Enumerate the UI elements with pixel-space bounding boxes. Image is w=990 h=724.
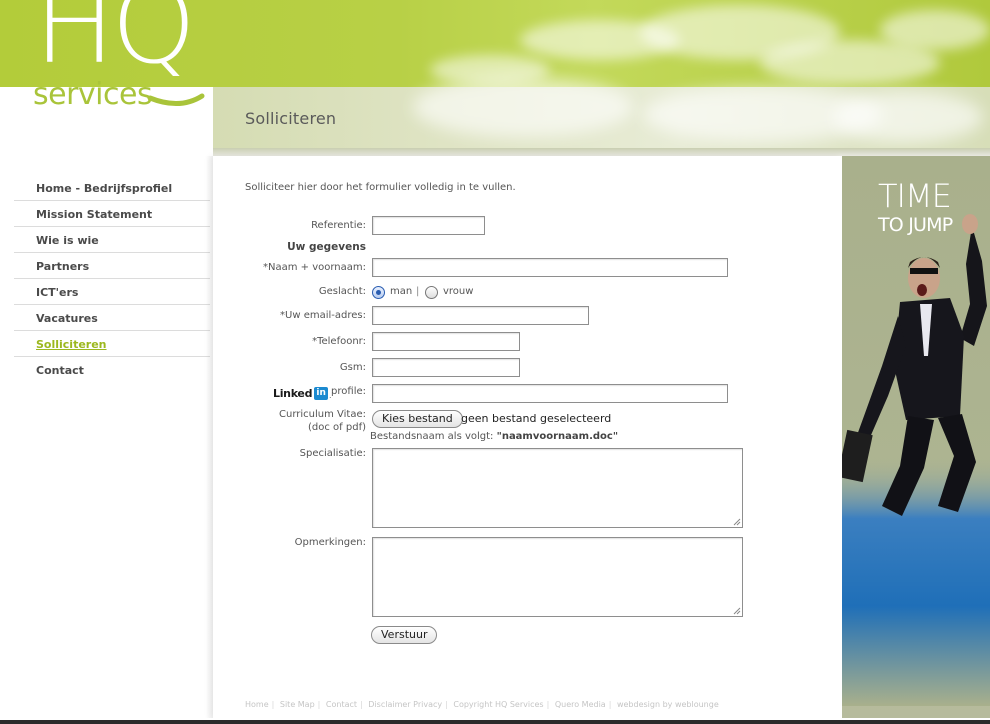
cv-file-button[interactable]: Kies bestand (372, 410, 463, 428)
nav-item-mission-statement[interactable]: Mission Statement (14, 201, 210, 227)
cv-label-sub: (doc of pdf) (308, 422, 366, 433)
content-shadow (206, 156, 213, 718)
page-bottom-border (0, 720, 990, 724)
footer-sep: | (608, 700, 612, 709)
opmerkingen-label: Opmerkingen: (294, 537, 366, 548)
intro-text: Solliciteer hier door het formulier voll… (245, 182, 516, 193)
linkedin-input[interactable] (372, 384, 728, 403)
sidebar-nav: Home - Bedrijfsprofiel Mission Statement… (14, 175, 210, 383)
footer-sep: | (445, 700, 448, 709)
submit-button[interactable]: Verstuur (371, 626, 438, 644)
page-title: Solliciteren (245, 109, 337, 128)
cv-hint-example: "naamvoornaam.doc" (496, 431, 619, 442)
linkedin-wordmark: Linked (273, 386, 313, 400)
cv-hint-prefix: Bestandsnaam als volgt: (370, 431, 497, 442)
cv-file-status: geen bestand geselecteerd (461, 412, 612, 425)
footer-sep: | (317, 700, 321, 709)
geslacht-man-radio[interactable] (372, 286, 385, 299)
referentie-input[interactable] (372, 216, 485, 235)
nav-item-solliciteren[interactable]: Solliciteren (14, 331, 210, 357)
footer-link-copyright[interactable]: Copyright HQ Services (453, 700, 543, 709)
footer-link-webdesign[interactable]: webdesign by weblounge (617, 700, 719, 709)
geslacht-label: Geslacht: (318, 286, 366, 297)
jumping-man-illustration (842, 214, 987, 516)
footer-link-disclaimer[interactable]: Disclaimer Privacy (368, 700, 442, 709)
linkedin-logo: Linked in . (273, 386, 331, 400)
specialisatie-textarea[interactable] (372, 448, 743, 528)
footer-sep: | (360, 700, 363, 709)
linkedin-in-icon: in (314, 386, 329, 400)
footer-link-quero-media[interactable]: Quero Media (555, 700, 606, 709)
gsm-label: Gsm: (339, 362, 366, 373)
naam-input[interactable] (372, 258, 728, 277)
nav-item-partners[interactable]: Partners (14, 253, 210, 279)
specialisatie-label: Specialisatie: (299, 448, 366, 459)
naam-label: *Naam + voornaam: (262, 262, 366, 273)
section-title-uw-gegevens: Uw gegevens (287, 241, 366, 253)
cv-filename-hint: Bestandsnaam als volgt: "naamvoornaam.do… (370, 431, 618, 442)
nav-item-home[interactable]: Home - Bedrijfsprofiel (14, 175, 210, 201)
geslacht-man-label: man (390, 286, 413, 297)
opmerkingen-textarea[interactable] (372, 537, 743, 617)
time-to-jump-banner: TIME TO JUMP (842, 156, 990, 720)
referentie-label: Referentie: (311, 220, 366, 231)
nav-item-vacatures[interactable]: Vacatures (14, 305, 210, 331)
geslacht-vrouw-label: vrouw (443, 286, 474, 297)
logo-services[interactable]: services (33, 80, 153, 110)
linkedin-profile-label: profile: (331, 386, 366, 397)
resize-grip-icon[interactable] (732, 517, 741, 526)
footer-sep: | (271, 700, 275, 709)
gsm-input[interactable] (372, 358, 520, 377)
telefoon-label: *Telefoonr: (312, 336, 366, 347)
nav-item-contact[interactable]: Contact (14, 357, 210, 383)
header-divider-left (0, 148, 213, 156)
geslacht-separator: | (416, 286, 420, 297)
email-input[interactable] (372, 306, 589, 325)
nav-item-wie-is-wie[interactable]: Wie is wie (14, 227, 210, 253)
geslacht-vrouw-radio[interactable] (425, 286, 438, 299)
footer-link-contact[interactable]: Contact (326, 700, 357, 709)
nav-item-icters[interactable]: ICT'ers (14, 279, 210, 305)
footer-link-site-map[interactable]: Site Map (280, 700, 315, 709)
cv-label: Curriculum Vitae: (279, 409, 366, 420)
footer-sep: | (546, 700, 550, 709)
email-label: *Uw email-adres: (280, 310, 366, 321)
telefoon-input[interactable] (372, 332, 520, 351)
footer-links: Home | Site Map | Contact | Disclaimer Priv… (245, 700, 719, 709)
footer-link-home[interactable]: Home (245, 700, 269, 709)
resize-grip-icon[interactable] (732, 606, 741, 615)
